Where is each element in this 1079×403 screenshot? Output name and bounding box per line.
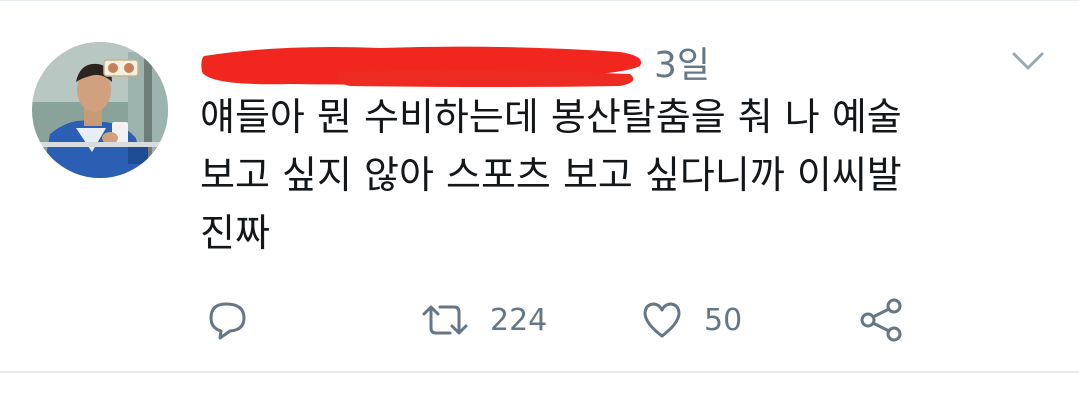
tweet[interactable]: 3일 얘들아 뭔 수비하는데 봉산탈춤을 춰 나 예술 보고 싶지 않아 스포츠… [0,0,1079,372]
retweet-button[interactable]: 224 [420,290,547,350]
like-button[interactable]: 50 [640,290,742,350]
redacted-author-name [200,42,650,94]
like-count: 50 [704,302,743,338]
reply-button[interactable] [206,290,250,350]
reply-icon [206,298,250,342]
chevron-down-icon[interactable] [1008,46,1048,76]
bottom-divider [0,371,1079,373]
share-icon [858,298,906,342]
tweet-text: 얘들아 뭔 수비하는데 봉산탈춤을 춰 나 예술 보고 싶지 않아 스포츠 보고… [200,95,902,255]
heart-icon [640,298,684,342]
share-button[interactable] [858,290,906,350]
tweet-actions: 224 50 [0,290,1079,350]
retweet-count: 224 [490,302,548,338]
retweet-icon [420,298,470,342]
tweet-header: 3일 [200,36,1000,88]
avatar[interactable] [32,42,168,178]
timestamp[interactable]: 3일 [654,36,710,88]
